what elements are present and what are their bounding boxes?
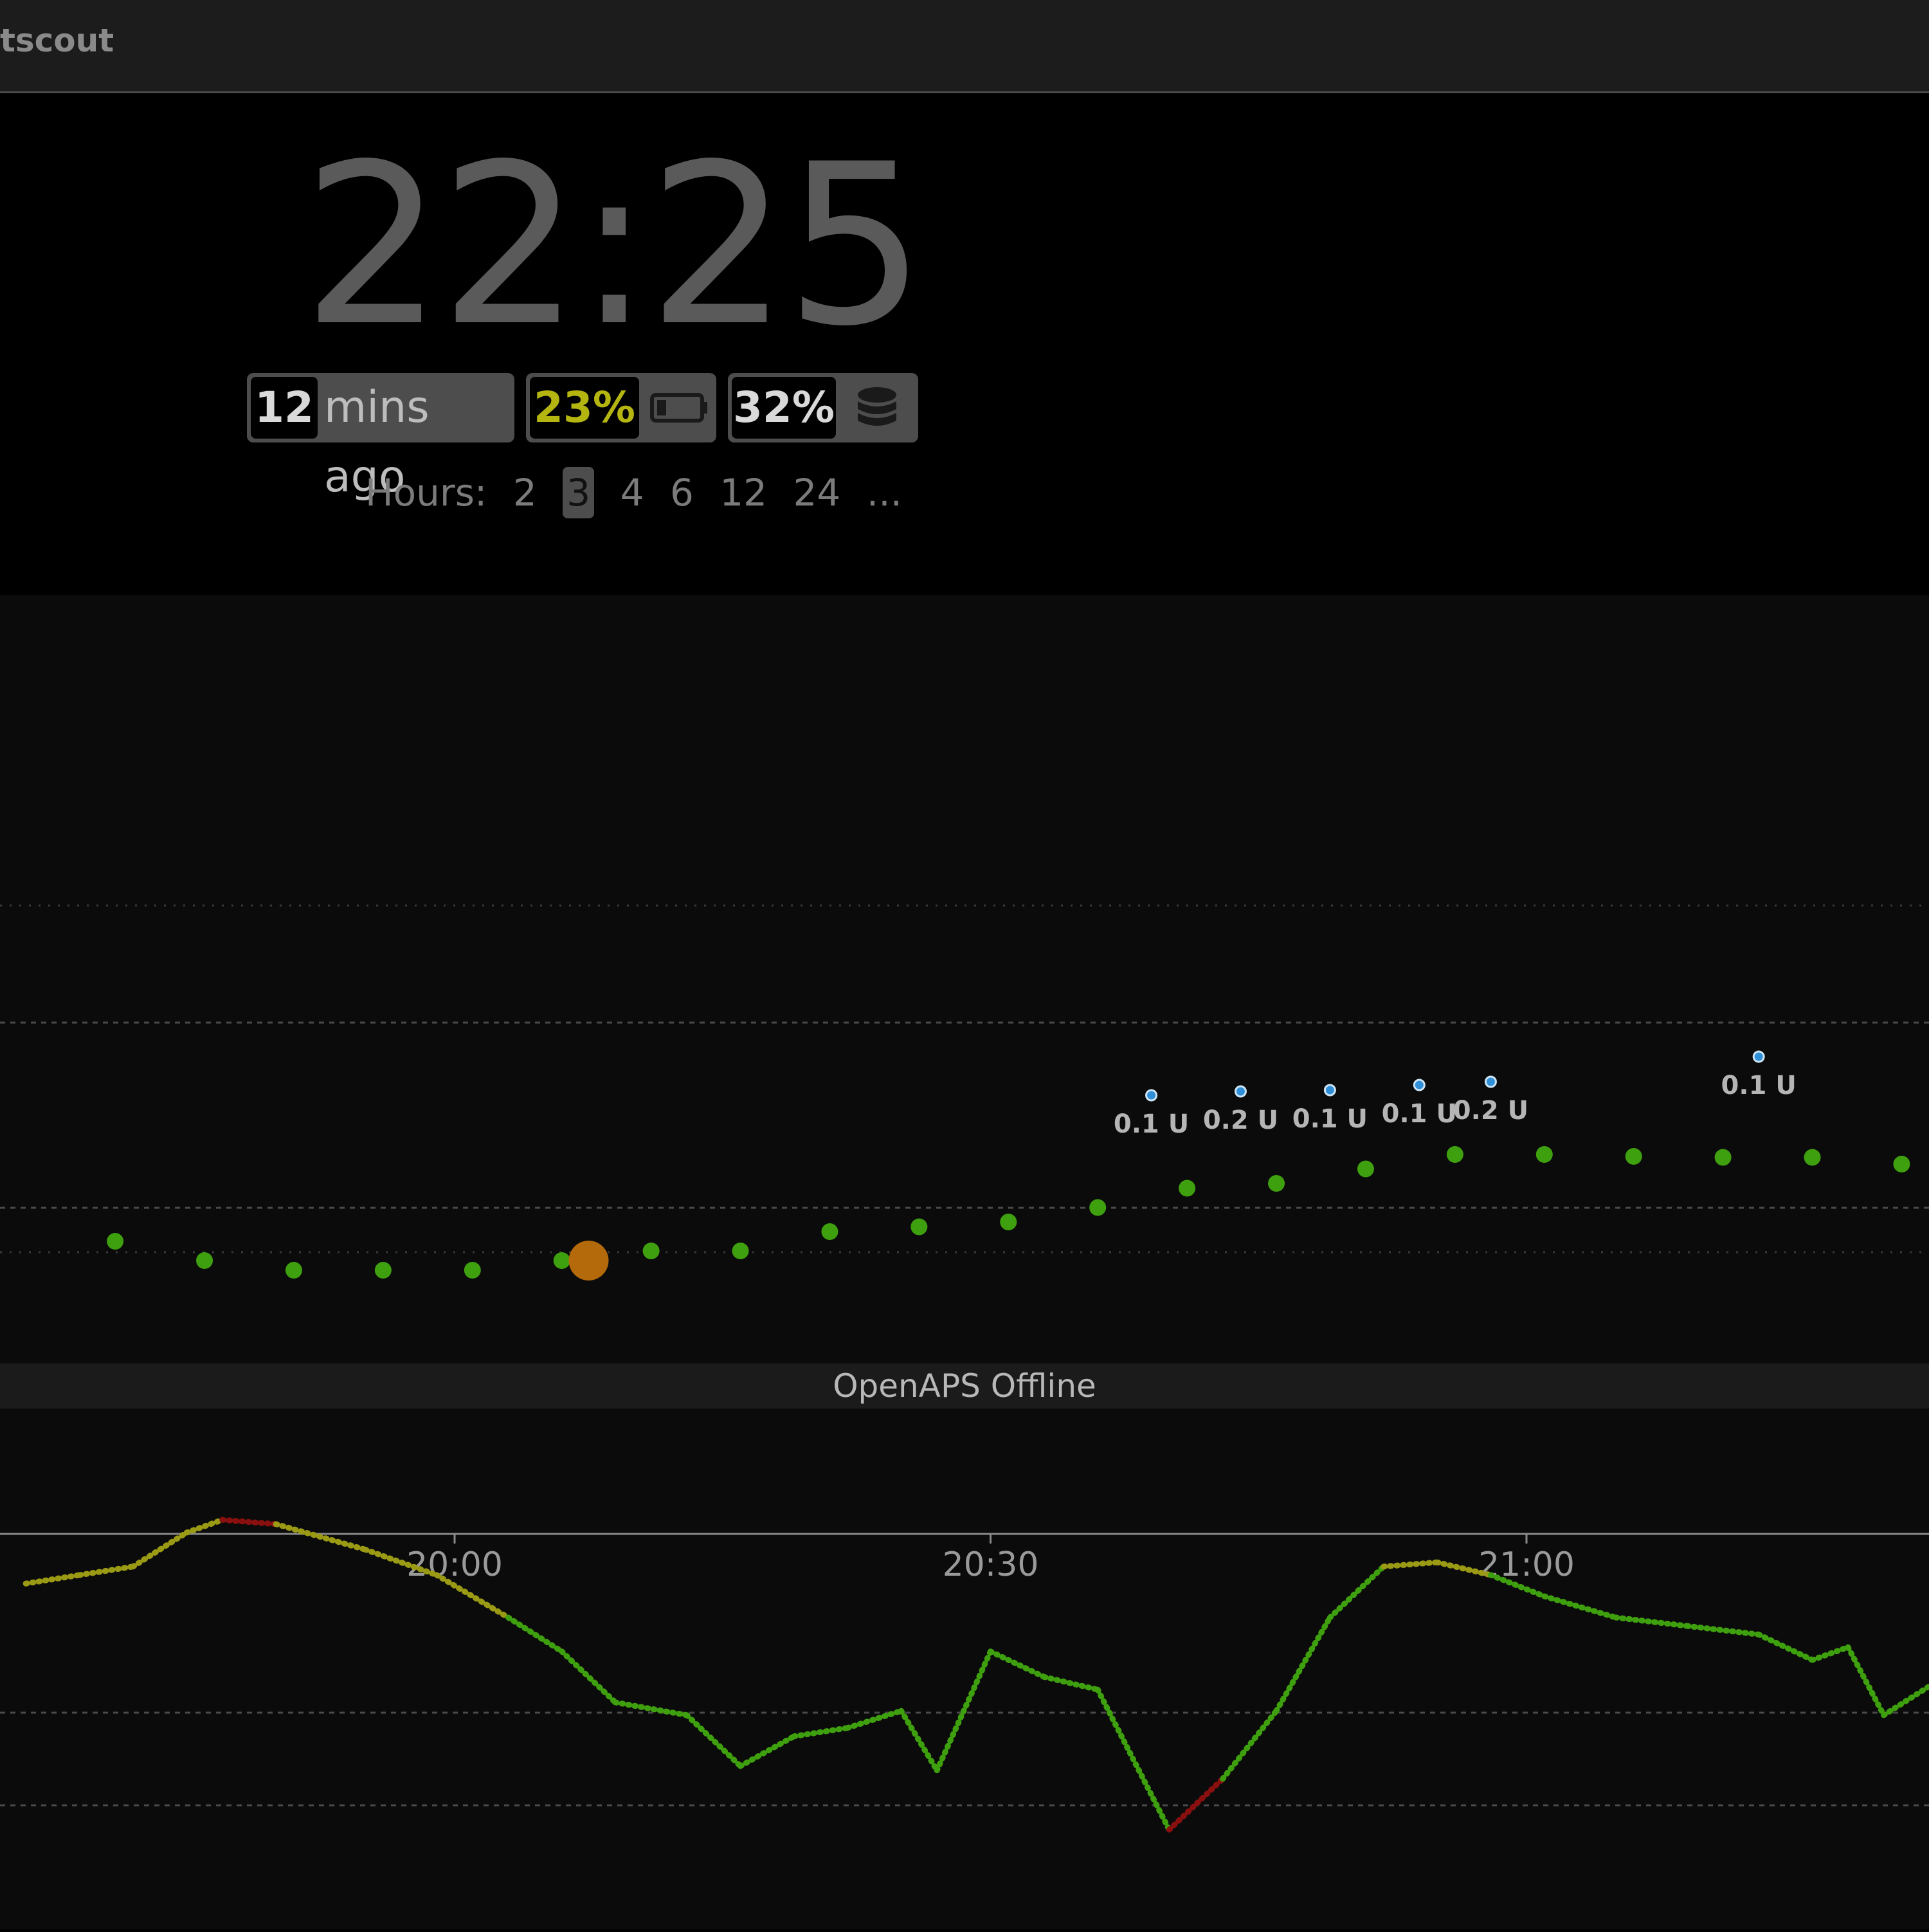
hour-option-6[interactable]: 6	[670, 467, 694, 518]
overview-trace-segment	[1220, 1708, 1280, 1782]
bolus-marker[interactable]	[1752, 1050, 1765, 1063]
bolus-marker[interactable]	[1484, 1075, 1497, 1088]
x-tick-label: 20:30	[943, 1545, 1039, 1584]
hour-option-more[interactable]: ...	[867, 467, 902, 518]
battery-value: 23%	[530, 377, 639, 439]
overview-trace-segment	[1541, 1593, 1619, 1621]
bolus-label: 0.1 U	[1292, 1104, 1368, 1134]
bolus-markers: 0.1 U 0.2 U 0.1 U 0.1 U0.2 U0.1 U	[1114, 1050, 1797, 1139]
overview-trace-segment	[183, 1517, 226, 1536]
overview-trace-segment	[1094, 1686, 1172, 1833]
bolus-label: 0.2 U	[1203, 1106, 1278, 1135]
bolus-label: 0.1 U	[1382, 1099, 1457, 1129]
hour-option-2[interactable]: 2	[513, 467, 537, 518]
overview-trace-segment	[273, 1521, 368, 1553]
overview-trace-segment	[1273, 1614, 1333, 1714]
hour-option-3[interactable]: 3	[563, 467, 595, 518]
bolus-marker[interactable]	[1323, 1084, 1336, 1097]
glucose-points	[107, 1146, 1910, 1280]
hours-label: Hours:	[365, 471, 487, 515]
glucose-point	[107, 1233, 124, 1250]
x-axis-ticks: 20:00 20:30 21:00	[406, 1534, 1575, 1584]
hour-option-12[interactable]: 12	[720, 467, 767, 518]
storage-value: 32%	[732, 377, 836, 439]
overview-panel: 20:00 20:30 21:00	[0, 1408, 1929, 1929]
overview-trace-segment	[1041, 1673, 1101, 1693]
bolus-marker[interactable]	[1413, 1079, 1426, 1091]
glucose-point	[1535, 1146, 1553, 1163]
bolus-label: 0.1 U	[1721, 1071, 1797, 1100]
hours-selector: Hours: 2 3 4 6 12 24 ...	[365, 467, 916, 518]
glucose-point	[374, 1262, 392, 1279]
glucose-point	[821, 1223, 838, 1240]
overview-trace-segment	[1684, 1623, 1762, 1637]
top-bar: tscout	[0, 0, 1929, 93]
overview-trace-segment	[1327, 1563, 1387, 1621]
battery-icon	[648, 373, 712, 442]
glucose-point	[196, 1252, 213, 1269]
overview-trace-segment	[559, 1648, 619, 1706]
main-chart-svg: 0.1 U 0.2 U 0.1 U 0.1 U0.2 U0.1 U	[0, 904, 1929, 1280]
overview-trace-segment	[23, 1572, 83, 1587]
overview-trace-segment	[1166, 1776, 1226, 1833]
overview-trace-segment	[505, 1614, 565, 1655]
overview-trace-segment	[1845, 1644, 1887, 1718]
glucose-point	[285, 1262, 302, 1279]
overview-trace-segment	[219, 1517, 279, 1527]
overview-trace-segment	[1381, 1559, 1440, 1570]
app-title: tscout	[0, 22, 114, 59]
overview-trace-segment	[1755, 1631, 1816, 1663]
glucose-point	[642, 1243, 660, 1259]
glucose-point	[1804, 1149, 1821, 1166]
header-panel	[0, 93, 1929, 595]
overview-trace-segment	[77, 1563, 136, 1578]
current-time: 22:25	[302, 117, 926, 375]
glucose-point	[1268, 1175, 1285, 1192]
glucose-point	[464, 1262, 481, 1279]
glucose-point	[732, 1243, 749, 1259]
overview-trace-segment	[738, 1733, 797, 1769]
main-chart: 0.1 U 0.2 U 0.1 U 0.1 U 0.2 U 0.1 U	[0, 595, 1929, 1363]
current-glucose-point[interactable]	[568, 1241, 609, 1280]
bolus-marker[interactable]	[1145, 1089, 1158, 1102]
overview-trace-segment	[1881, 1682, 1929, 1718]
battery-pill: 23%	[526, 373, 716, 442]
glucose-point	[553, 1252, 570, 1269]
glucose-point	[1179, 1180, 1196, 1197]
age-label: mins ago	[324, 382, 430, 502]
overview-trace-segment	[1613, 1614, 1690, 1629]
glucose-point	[910, 1218, 928, 1235]
x-tick-label: 20:00	[406, 1545, 503, 1584]
glucose-point	[1089, 1199, 1107, 1216]
bolus-label: 0.2 U	[1453, 1096, 1528, 1125]
glucose-point	[1446, 1146, 1463, 1163]
overview-trace-segment	[988, 1648, 1047, 1680]
bolus-marker[interactable]	[1234, 1085, 1247, 1098]
overview-svg: 20:00 20:30 21:00	[0, 1517, 1929, 1833]
database-icon	[845, 373, 909, 442]
overview-trace-segment	[934, 1648, 993, 1774]
glucose-point	[1625, 1148, 1642, 1165]
glucose-point	[1893, 1156, 1910, 1172]
overview-trace-segment	[898, 1708, 940, 1774]
bolus-label: 0.1 U	[1114, 1109, 1189, 1139]
glucose-point	[1357, 1160, 1374, 1178]
overview-trace-segment	[791, 1725, 851, 1740]
overview-trace-segment	[684, 1712, 744, 1769]
age-value: 12	[251, 377, 318, 439]
overview-trace-segment	[130, 1529, 190, 1570]
overview-trace-segment	[1809, 1644, 1851, 1663]
status-text: OpenAPS Offline	[833, 1367, 1096, 1405]
age-pill: 12 mins ago	[247, 373, 514, 502]
glucose-point	[1714, 1149, 1732, 1166]
hour-option-24[interactable]: 24	[793, 467, 841, 518]
storage-pill: 32%	[728, 373, 918, 442]
hour-option-4[interactable]: 4	[620, 467, 644, 518]
glucose-point	[1000, 1214, 1017, 1230]
